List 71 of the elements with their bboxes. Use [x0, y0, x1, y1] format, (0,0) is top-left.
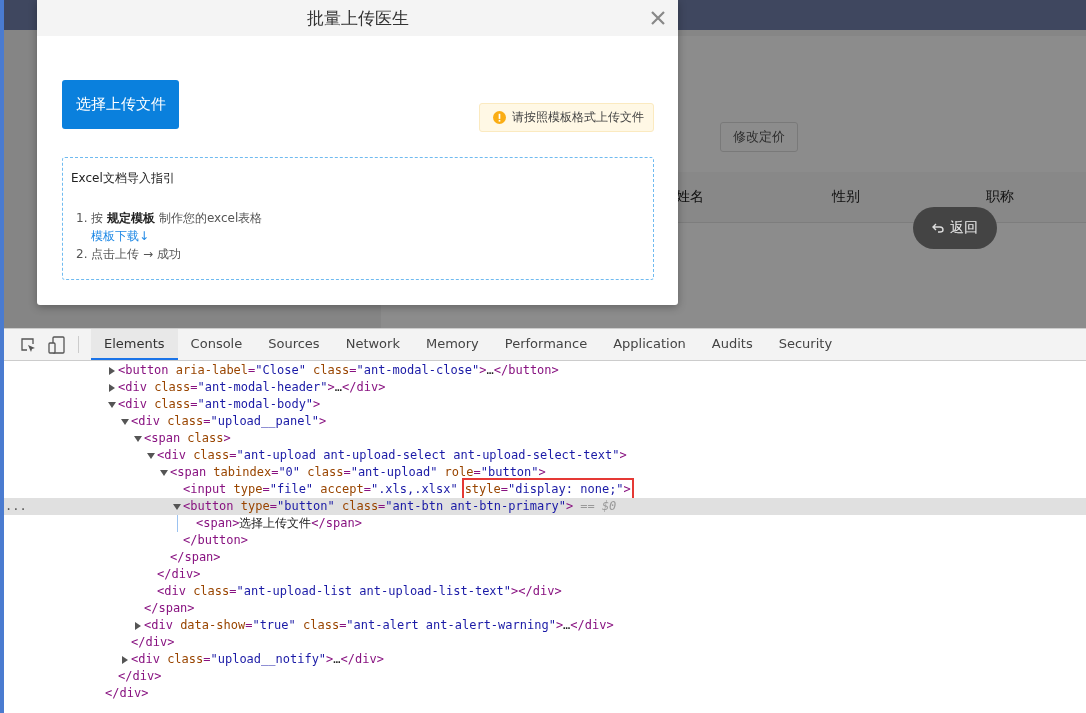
dom-row[interactable]: <div class="upload__notify">…</div> [4, 651, 1086, 668]
code-text: <div class="ant-upload ant-upload-select ant-upload-select-text"> [157, 447, 627, 464]
devtools-tab[interactable]: Memory [412, 329, 492, 360]
dom-row[interactable]: <div class="upload__panel"> [4, 413, 1086, 430]
expanded-triangle-icon[interactable] [134, 434, 142, 443]
code-text: <div class="ant-modal-header">…</div> [118, 379, 386, 396]
guide-title: Excel文档导入指引 [71, 170, 176, 187]
dom-row[interactable]: <div class="ant-upload-list ant-upload-list-text"></div> [4, 583, 1086, 600]
code-text: <span class> [144, 430, 231, 447]
close-icon[interactable] [651, 11, 665, 25]
code-text: <div class="ant-modal-body"> [118, 396, 321, 413]
expanded-triangle-icon[interactable] [108, 400, 116, 409]
dom-row[interactable]: <button aria-label="Close" class="ant-modal-close">…</button> [4, 362, 1086, 379]
upload-button[interactable]: 选择上传文件 [62, 80, 179, 129]
code-text: <span tabindex="0" class="ant-upload" role="button"> [170, 464, 546, 481]
dom-row[interactable]: <span tabindex="0" class="ant-upload" role="button"> [4, 464, 1086, 481]
devtools-tab[interactable]: Performance [491, 329, 601, 360]
devtools-tab[interactable]: Security [765, 329, 846, 360]
expanded-triangle-icon[interactable] [147, 451, 155, 460]
dom-row[interactable]: <div data-show="true" class="ant-alert ant-alert-warning">…</div> [4, 617, 1086, 634]
code-text: </div> [105, 685, 149, 702]
dom-row[interactable]: <span>选择上传文件</span> [4, 515, 1086, 532]
dom-row[interactable]: <input type="file" accept=".xls,.xlsx" style="display: none;"> [4, 481, 1086, 498]
return-icon [932, 223, 944, 233]
devtools-tab[interactable]: Console [177, 329, 256, 360]
code-text: <div class="upload__notify">…</div> [131, 651, 384, 668]
back-button[interactable]: 返回 [913, 207, 997, 249]
dom-row[interactable]: <div class="ant-upload ant-upload-select ant-upload-select-text"> [4, 447, 1086, 464]
device-icon[interactable] [48, 335, 66, 354]
collapsed-triangle-icon[interactable] [134, 621, 142, 630]
code-text: </span> [170, 549, 221, 566]
code-text: </button> [183, 532, 249, 549]
collapsed-triangle-icon[interactable] [108, 366, 116, 375]
code-text: <div class="ant-upload-list ant-upload-list-text"></div> [157, 583, 562, 600]
devtools-tab[interactable]: Elements [91, 329, 178, 360]
devtools-tab[interactable]: Audits [698, 329, 766, 360]
more-dots[interactable]: ... [5, 498, 27, 515]
dom-row[interactable]: <span class> [4, 430, 1086, 447]
code-text: <input type="file" accept=".xls,.xlsx" [183, 481, 458, 498]
expanded-triangle-icon[interactable] [160, 468, 168, 477]
dom-row[interactable]: <div class="ant-modal-header">…</div> [4, 379, 1086, 396]
dom-row[interactable]: ... <button type="button" class="ant-btn ant-btn-primary"> == $0 [4, 498, 1086, 515]
code-text: </div> [131, 634, 175, 651]
code-text: <div class="upload__panel"> [131, 413, 327, 430]
code-text: <button type="button" class="ant-btn ant-btn-primary"> [183, 498, 574, 515]
selected-marker: == $0 [580, 498, 617, 515]
collapsed-triangle-icon[interactable] [121, 655, 129, 664]
code-text: <span>选择上传文件</span> [196, 515, 362, 532]
inspect-icon[interactable] [20, 336, 36, 353]
code-text: </div> [118, 668, 162, 685]
code-text: <button aria-label="Close" class="ant-modal-close">…</button> [118, 362, 559, 379]
highlighted-code: style="display: none;"> [464, 481, 631, 498]
dialog-title: 批量上传医生 [306, 6, 409, 30]
code-text: </div> [157, 566, 201, 583]
guide-step: 1. 按 规定模板 制作您的excel表格 [71, 209, 645, 227]
expanded-triangle-icon[interactable] [121, 417, 129, 426]
code-text: </span> [144, 600, 195, 617]
devtools-tab[interactable]: Sources [255, 329, 333, 360]
alert-text: 请按照模板格式上传文件 [512, 109, 644, 126]
devtools-tab[interactable]: Network [332, 329, 413, 360]
dom-row[interactable]: <div class="ant-modal-body"> [4, 396, 1086, 413]
code-text: <div data-show="true" class="ant-alert ant-alert-warning">…</div> [144, 617, 614, 634]
collapsed-triangle-icon[interactable] [108, 383, 116, 392]
warning-icon [493, 111, 506, 124]
template-download-link[interactable]: 模板下载↓ [71, 229, 150, 243]
column-header: 性别 [832, 188, 861, 206]
devtools-tab[interactable]: Application [600, 329, 699, 360]
column-header: 职称 [986, 188, 1015, 206]
expanded-triangle-icon[interactable] [173, 502, 181, 511]
toolbar-button[interactable]: 修改定价 [720, 122, 798, 152]
guide-step: 2. 点击上传 → 成功 [71, 245, 645, 263]
